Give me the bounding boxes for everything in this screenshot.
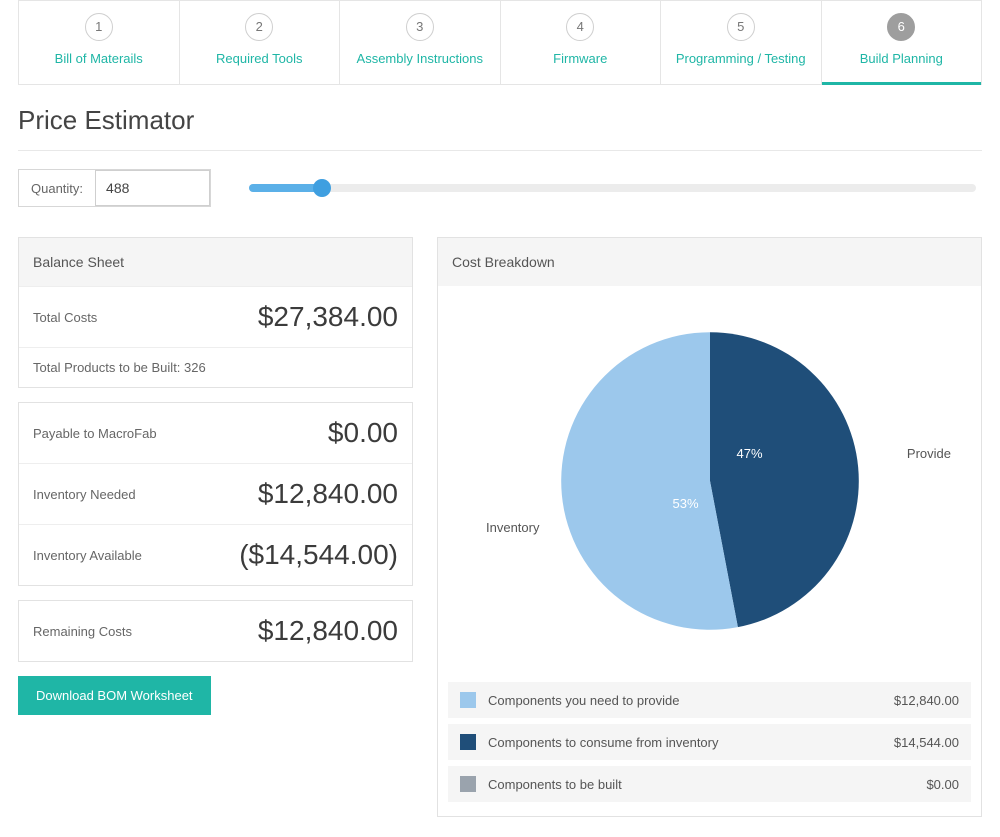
tab-label: Firmware (505, 51, 657, 66)
step-number: 6 (887, 13, 915, 41)
legend-value: $0.00 (926, 777, 959, 792)
legend-swatch (460, 776, 476, 792)
label: Inventory Needed (33, 487, 136, 502)
legend-value: $12,840.00 (894, 693, 959, 708)
balance-sheet-title: Balance Sheet (19, 238, 412, 286)
wizard-tabs: 1 Bill of Materails 2 Required Tools 3 A… (18, 0, 982, 85)
tab-label: Assembly Instructions (344, 51, 496, 66)
row-total-costs: Total Costs $27,384.00 (19, 286, 412, 347)
tab-assembly-instructions[interactable]: 3 Assembly Instructions (340, 1, 501, 84)
value: $0.00 (328, 417, 398, 449)
label: Remaining Costs (33, 624, 132, 639)
tab-firmware[interactable]: 4 Firmware (501, 1, 662, 84)
divider (18, 150, 982, 151)
label: Inventory Available (33, 548, 142, 563)
legend-label: Components to be built (488, 777, 926, 792)
step-number: 3 (406, 13, 434, 41)
legend-swatch (460, 734, 476, 750)
row-inventory-available: Inventory Available ($14,544.00) (19, 524, 412, 585)
value: $27,384.00 (258, 301, 398, 333)
legend: Components you need to provide $12,840.0… (438, 676, 981, 816)
quantity-box: Quantity: (18, 169, 211, 207)
row-total-products: Total Products to be Built: 326 (19, 347, 412, 387)
label: Total Products to be Built: 326 (33, 360, 206, 375)
pie-svg (555, 326, 865, 636)
quantity-slider[interactable] (249, 184, 976, 192)
value: $12,840.00 (258, 478, 398, 510)
legend-label: Components to consume from inventory (488, 735, 894, 750)
value: $12,840.00 (258, 615, 398, 647)
pct-inventory: 53% (673, 496, 699, 511)
download-bom-button[interactable]: Download BOM Worksheet (18, 676, 211, 715)
label: Total Costs (33, 310, 97, 325)
cost-breakdown-card: Cost Breakdown 53% 47% Inventory Provide… (437, 237, 982, 817)
quantity-label: Quantity: (19, 171, 95, 206)
value: ($14,544.00) (239, 539, 398, 571)
pie-label-inventory: Inventory (486, 520, 539, 535)
tab-bill-of-materials[interactable]: 1 Bill of Materails (19, 1, 180, 84)
tab-label: Bill of Materails (23, 51, 175, 66)
step-number: 2 (245, 13, 273, 41)
tab-programming-testing[interactable]: 5 Programming / Testing (661, 1, 822, 84)
legend-label: Components you need to provide (488, 693, 894, 708)
balance-sheet-card: Balance Sheet Total Costs $27,384.00 Tot… (18, 237, 413, 388)
row-remaining-costs: Remaining Costs $12,840.00 (19, 601, 412, 661)
remaining-card: Remaining Costs $12,840.00 (18, 600, 413, 662)
tab-label: Programming / Testing (665, 51, 817, 66)
legend-row-provide: Components you need to provide $12,840.0… (448, 682, 971, 718)
payable-card: Payable to MacroFab $0.00 Inventory Need… (18, 402, 413, 586)
row-inventory-needed: Inventory Needed $12,840.00 (19, 463, 412, 524)
step-number: 4 (566, 13, 594, 41)
quantity-row: Quantity: (18, 169, 982, 207)
tab-required-tools[interactable]: 2 Required Tools (180, 1, 341, 84)
quantity-input[interactable] (95, 170, 210, 206)
cost-breakdown-title: Cost Breakdown (438, 238, 981, 286)
page-title: Price Estimator (18, 105, 982, 136)
legend-row-built: Components to be built $0.00 (448, 766, 971, 802)
legend-row-inventory: Components to consume from inventory $14… (448, 724, 971, 760)
row-payable: Payable to MacroFab $0.00 (19, 403, 412, 463)
pct-provide: 47% (737, 446, 763, 461)
step-number: 5 (727, 13, 755, 41)
tab-label: Required Tools (184, 51, 336, 66)
legend-value: $14,544.00 (894, 735, 959, 750)
tab-build-planning[interactable]: 6 Build Planning (822, 1, 982, 84)
tab-label: Build Planning (826, 51, 978, 66)
slider-thumb[interactable] (313, 179, 331, 197)
pie-label-provide: Provide (907, 446, 951, 461)
label: Payable to MacroFab (33, 426, 157, 441)
pie-chart: 53% 47% Inventory Provide (438, 286, 981, 676)
step-number: 1 (85, 13, 113, 41)
legend-swatch (460, 692, 476, 708)
